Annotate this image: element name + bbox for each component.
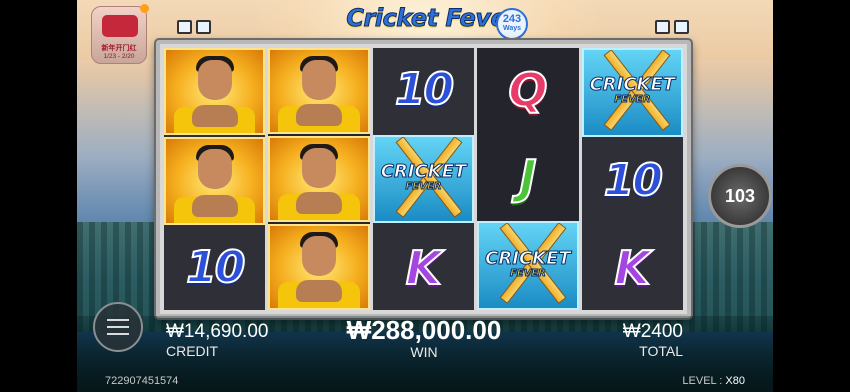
cricketer-hands [296, 104, 343, 126]
total-label: TOTAL [639, 343, 683, 359]
round-id: 722907451574 [105, 375, 179, 387]
symbol-glyph: J [518, 150, 537, 204]
promo-event-button[interactable]: 新年开门红 1/23 - 2/20 [91, 4, 149, 64]
symbol-glyph: K [614, 240, 652, 295]
auto-spin-counter-button[interactable]: 103 [708, 164, 772, 228]
gift-icon [102, 15, 138, 37]
cricketer-face [197, 60, 232, 100]
floodlight-left [177, 20, 215, 38]
total-value: ₩2400 [622, 321, 683, 342]
symbol-glyph: 10 [603, 155, 664, 206]
symbol-glyph: 10 [394, 64, 455, 116]
floodlight-right [655, 20, 693, 38]
notification-dot-icon [140, 4, 149, 13]
reel-frame: 10 10 CRICKET FEVER K Q J CRICKET FEVER CRICKET FE… [156, 40, 691, 318]
win-label: WIN [410, 344, 438, 360]
right-letterbox [773, 0, 850, 392]
ways-number: 243 [502, 13, 522, 25]
reel-5: CRICKET FEVER 10 K [581, 48, 684, 310]
game-screen: 新年开门红 1/23 - 2/20 Cricket Fever 243 Ways… [77, 0, 773, 392]
menu-icon-line [107, 319, 129, 321]
cricketer-face [302, 148, 337, 188]
menu-icon-line [107, 333, 129, 335]
reel-1: 10 [164, 48, 266, 310]
symbol-10: 10 [373, 48, 474, 133]
cricketer-hands [296, 280, 343, 302]
level-indicator: LEVEL : X80 [682, 375, 745, 387]
cricket-fever-wild-symbol: CRICKET FEVER [581, 48, 684, 137]
win-value: ₩288,000.00 [346, 315, 502, 345]
total-bet-display[interactable]: ₩2400 TOTAL [617, 321, 683, 359]
credit-value: ₩14,690.00 [166, 321, 269, 342]
left-letterbox [0, 0, 77, 392]
level-value: X80 [725, 375, 745, 387]
wild-text: CRICKET FEVER [380, 162, 466, 194]
reel-2 [268, 48, 370, 310]
menu-button[interactable] [93, 302, 143, 352]
menu-icon-line [107, 326, 129, 328]
symbol-glyph: K [405, 240, 443, 295]
cricketer-face [302, 236, 337, 276]
promo-date: 1/23 - 2/20 [103, 53, 135, 60]
auto-spin-count: 103 [724, 185, 756, 206]
cricketer-symbol [164, 137, 266, 225]
cricketer-symbol [268, 224, 370, 310]
ways-badge: 243 Ways [496, 8, 528, 40]
symbol-k: K [582, 225, 683, 310]
credit-display: ₩14,690.00 CREDIT [166, 321, 268, 359]
cricket-fever-wild-symbol: CRICKET FEVER [372, 134, 475, 224]
wild-text: CRICKET FEVER [485, 249, 571, 281]
cricketer-hands [191, 194, 238, 217]
ways-label: Ways [502, 25, 522, 32]
cricketer-symbol [268, 136, 370, 222]
cricket-fever-wild-symbol: CRICKET FEVER [477, 221, 579, 311]
reels-grid: 10 10 CRICKET FEVER K Q J CRICKET FEVER CRICKET FE… [164, 48, 684, 311]
wild-text: CRICKET FEVER [589, 75, 675, 107]
symbol-glyph: 10 [185, 242, 246, 294]
symbol-10: 10 [582, 139, 683, 224]
cricketer-face [302, 60, 337, 100]
reel-4: Q J CRICKET FEVER [477, 48, 579, 311]
symbol-glyph: Q [507, 63, 548, 118]
cricketer-hands [296, 192, 343, 214]
cricketer-hands [191, 105, 238, 128]
promo-title: 新年开门红 [101, 45, 137, 52]
symbol-q: Q [477, 48, 578, 133]
win-display: ₩288,000.00 WIN [339, 315, 509, 360]
symbol-10: 10 [164, 227, 265, 310]
level-label: LEVEL : [682, 375, 723, 387]
cricketer-symbol [268, 48, 370, 134]
reel-3: 10 CRICKET FEVER K [372, 48, 475, 310]
cricketer-symbol [164, 48, 266, 136]
symbol-j: J [477, 135, 578, 220]
cricketer-face [197, 149, 232, 190]
credit-label: CREDIT [166, 343, 219, 359]
symbol-k: K [373, 225, 474, 310]
